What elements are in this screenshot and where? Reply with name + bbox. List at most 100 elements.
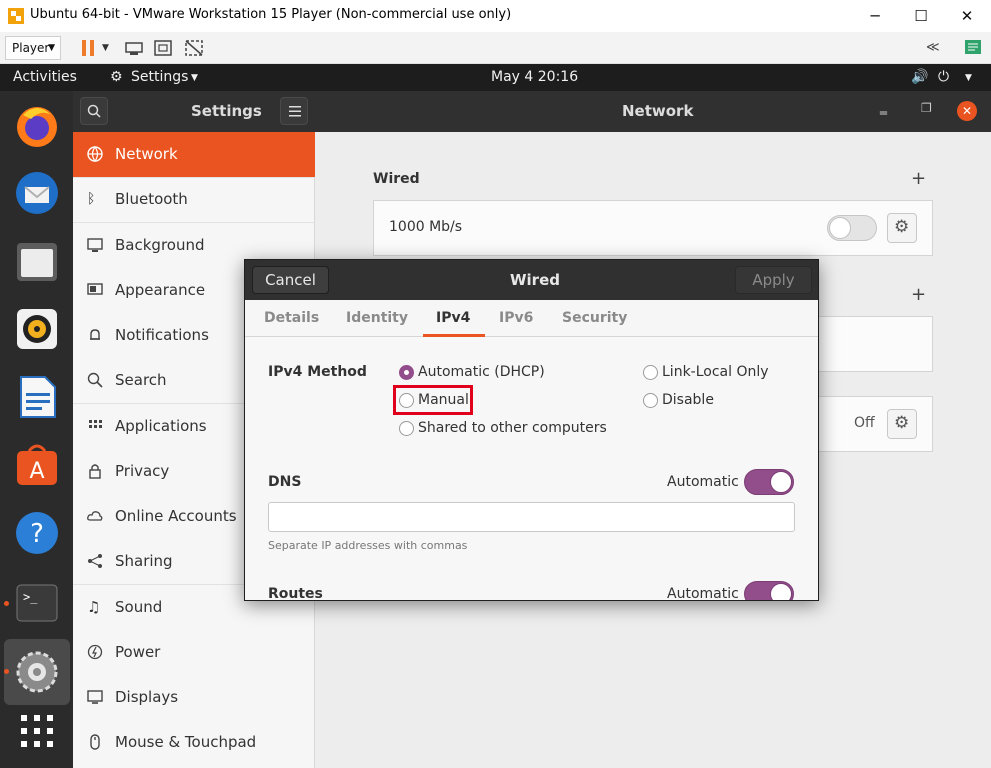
clock[interactable]: May 4 20:16	[491, 69, 578, 85]
sidebar-item-mouse-touchpad[interactable]: Mouse & Touchpad	[73, 720, 315, 765]
wired-heading: Wired	[373, 171, 420, 187]
window-minimize-button[interactable]: ‗	[880, 99, 887, 115]
system-menu-chevron-icon[interactable]: ▼	[965, 73, 972, 83]
tab-ipv4[interactable]: IPv4	[436, 310, 470, 326]
background-icon	[87, 238, 103, 252]
add-vpn-button[interactable]: +	[911, 284, 926, 305]
vm-titlebar: Ubuntu 64-bit - VMware Workstation 15 Pl…	[0, 0, 991, 32]
radio-shared[interactable]	[399, 421, 414, 436]
sidebar-item-label: Notifications	[115, 326, 209, 344]
sidebar-item-label: Applications	[115, 417, 207, 435]
dns-hint: Separate IP addresses with commas	[268, 539, 468, 552]
cancel-button[interactable]: Cancel	[252, 266, 329, 294]
send-ctrl-alt-del-icon[interactable]	[124, 38, 144, 58]
sidebar-item-label: Background	[115, 236, 205, 254]
volume-icon[interactable]: 🔊	[911, 69, 928, 85]
power-icon	[87, 644, 103, 660]
fullscreen-icon[interactable]	[153, 38, 173, 58]
music-note-icon: ♫	[87, 598, 101, 616]
power-icon[interactable]: ⏻	[938, 69, 949, 85]
radio-label-disable: Disable	[662, 392, 714, 408]
window-close-button[interactable]: ✕	[957, 101, 977, 121]
hamburger-menu-button[interactable]	[280, 97, 308, 125]
routes-automatic-toggle[interactable]	[744, 581, 794, 600]
highlight-box	[393, 385, 473, 415]
wired-speed: 1000 Mb/s	[389, 219, 463, 235]
bluetooth-icon: ᛒ	[87, 191, 96, 207]
sidebar-item-label: Mouse & Touchpad	[115, 733, 257, 751]
software-icon[interactable]: A	[13, 441, 61, 489]
vm-toolbar: Player ▼ ▼ ≪	[0, 32, 991, 64]
mouse-icon	[90, 734, 100, 750]
sidebar-item-label: Power	[115, 643, 161, 661]
wired-settings-dialog: Cancel Wired Apply Details Identity IPv4…	[244, 259, 819, 601]
sidebar-item-label: Network	[115, 145, 178, 163]
radio-disable[interactable]	[643, 393, 658, 408]
applications-icon	[89, 420, 102, 428]
proxy-settings-button[interactable]: ⚙	[887, 409, 917, 439]
collapse-toolbar-icon[interactable]: ≪	[926, 38, 940, 58]
search-button[interactable]	[80, 97, 108, 125]
show-apps-icon[interactable]	[13, 707, 61, 755]
wired-settings-button[interactable]: ⚙	[887, 213, 917, 243]
ipv4-method-label: IPv4 Method	[268, 364, 367, 380]
dns-automatic-toggle[interactable]	[744, 469, 794, 495]
radio-label-automatic-dhcp: Automatic (DHCP)	[418, 364, 545, 380]
maximize-button[interactable]: ☐	[898, 4, 944, 28]
vmware-logo-icon	[8, 8, 24, 24]
rhythmbox-icon[interactable]	[13, 305, 61, 353]
help-icon[interactable]: ?	[13, 509, 61, 557]
thunderbird-icon[interactable]	[13, 169, 61, 217]
sidebar-item-label: Bluetooth	[115, 190, 188, 208]
share-icon	[88, 554, 102, 568]
unity-mode-icon[interactable]	[184, 38, 204, 58]
settings-icon[interactable]	[13, 648, 61, 696]
sidebar-item-power[interactable]: Power	[73, 630, 315, 675]
window-restore-button[interactable]: ❐	[921, 101, 932, 115]
activities-button[interactable]: Activities	[13, 69, 77, 85]
settings-content-header: Network ‗ ❐ ✕	[315, 91, 991, 132]
pause-icon[interactable]	[80, 38, 96, 58]
network-icon	[87, 146, 103, 162]
gnome-top-bar: Activities ⚙ Settings ▼ May 4 20:16 🔊 ⏻ …	[0, 64, 991, 91]
radio-automatic-dhcp[interactable]	[399, 365, 414, 380]
apply-button[interactable]: Apply	[735, 266, 812, 294]
wired-connection-row: 1000 Mb/s ⚙	[373, 200, 933, 256]
search-icon	[87, 372, 103, 388]
tab-identity[interactable]: Identity	[346, 310, 408, 326]
close-button[interactable]: ✕	[944, 4, 990, 28]
app-menu-button[interactable]: Settings	[131, 69, 188, 85]
sidebar-item-displays[interactable]: Displays	[73, 675, 315, 720]
sidebar-item-network[interactable]: Network	[73, 132, 315, 177]
pause-dropdown-icon[interactable]: ▼	[102, 38, 109, 58]
radio-label-link-local: Link-Local Only	[662, 364, 769, 380]
sidebar-item-label: Sharing	[115, 552, 173, 570]
files-icon[interactable]	[13, 237, 61, 285]
sidebar-item-bluetooth[interactable]: ᛒ Bluetooth	[73, 177, 315, 222]
lock-icon	[89, 464, 101, 479]
active-tab-indicator	[423, 334, 485, 337]
message-log-icon[interactable]	[964, 38, 982, 58]
tab-ipv6[interactable]: IPv6	[499, 310, 533, 326]
routes-label: Routes	[268, 586, 323, 601]
sidebar-item-label: Sound	[115, 598, 163, 616]
minimize-button[interactable]: ─	[852, 4, 898, 28]
firefox-icon[interactable]	[13, 101, 61, 149]
cloud-icon	[87, 511, 103, 521]
radio-link-local[interactable]	[643, 365, 658, 380]
window-title: Ubuntu 64-bit - VMware Workstation 15 Pl…	[30, 7, 512, 22]
routes-automatic-label: Automatic	[667, 586, 739, 601]
player-menu-button[interactable]: Player ▼	[5, 36, 61, 60]
terminal-icon[interactable]: >_	[13, 579, 61, 627]
bell-icon	[90, 329, 100, 340]
sidebar-item-label: Privacy	[115, 462, 170, 480]
tab-details[interactable]: Details	[264, 310, 319, 326]
tab-security[interactable]: Security	[562, 310, 627, 326]
dns-input[interactable]	[268, 502, 795, 532]
dns-automatic-label: Automatic	[667, 474, 739, 490]
writer-icon[interactable]	[13, 373, 61, 421]
proxy-status: Off	[854, 415, 875, 431]
page-title: Network	[622, 102, 694, 120]
wired-toggle[interactable]	[827, 215, 877, 241]
add-wired-button[interactable]: +	[911, 168, 926, 189]
